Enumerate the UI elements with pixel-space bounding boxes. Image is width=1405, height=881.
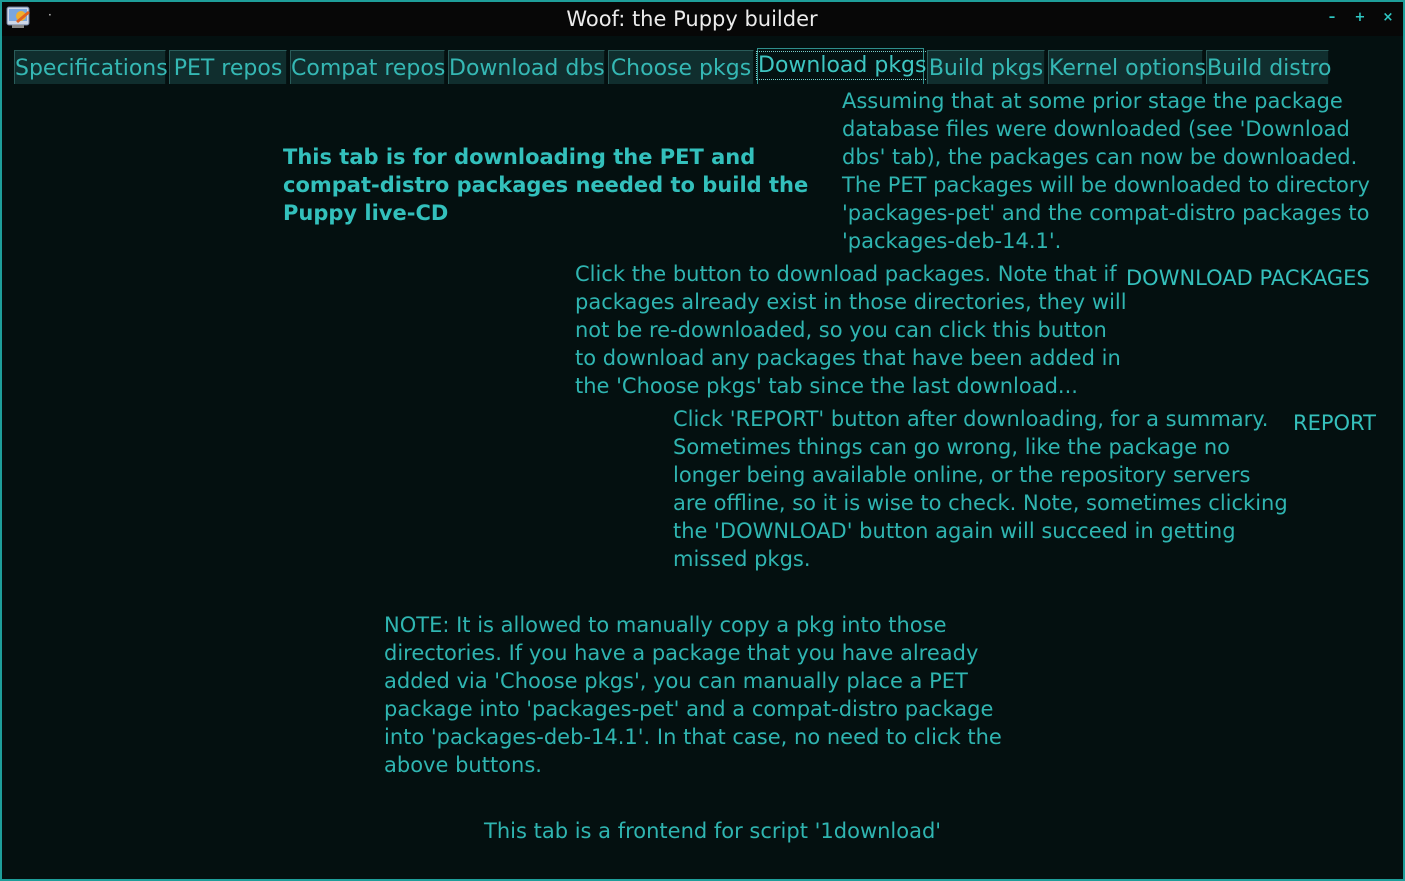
report-button[interactable]: REPORT [1293,409,1376,437]
tab-download-pkgs[interactable]: Download pkgs [755,48,929,84]
close-button[interactable]: × [1380,10,1396,26]
tab-compat-repos[interactable]: Compat repos [290,50,445,84]
tab-choose-pkgs[interactable]: Choose pkgs [608,50,754,84]
main-window: · Woof: the Puppy builder – + × Specific… [0,0,1405,881]
report-description: Click 'REPORT' button after downloading,… [673,407,1288,571]
tab-build-distro[interactable]: Build distro [1206,50,1331,84]
tab-build-pkgs[interactable]: Build pkgs [927,50,1045,84]
tab-specifications[interactable]: Specifications [14,50,168,84]
note-text: NOTE: It is allowed to manually copy a p… [384,613,1002,777]
footer-text: This tab is a frontend for script '1down… [484,819,942,843]
download-packages-button[interactable]: DOWNLOAD PACKAGES [1126,264,1370,292]
tab-pet-repos[interactable]: PET repos [169,50,287,84]
tab-download-dbs[interactable]: Download dbs [448,50,605,84]
intro-text: Assuming that at some prior stage the pa… [842,89,1370,253]
tab-kernel-options[interactable]: Kernel options [1048,50,1206,84]
minimize-button[interactable]: – [1324,10,1340,26]
maximize-button[interactable]: + [1352,10,1368,26]
title-bar[interactable]: · Woof: the Puppy builder – + × [2,2,1403,36]
window-title: Woof: the Puppy builder [566,7,818,31]
download-description: Click the button to download packages. N… [575,262,1127,398]
tab-heading: This tab is for downloading the PET and … [283,145,809,225]
